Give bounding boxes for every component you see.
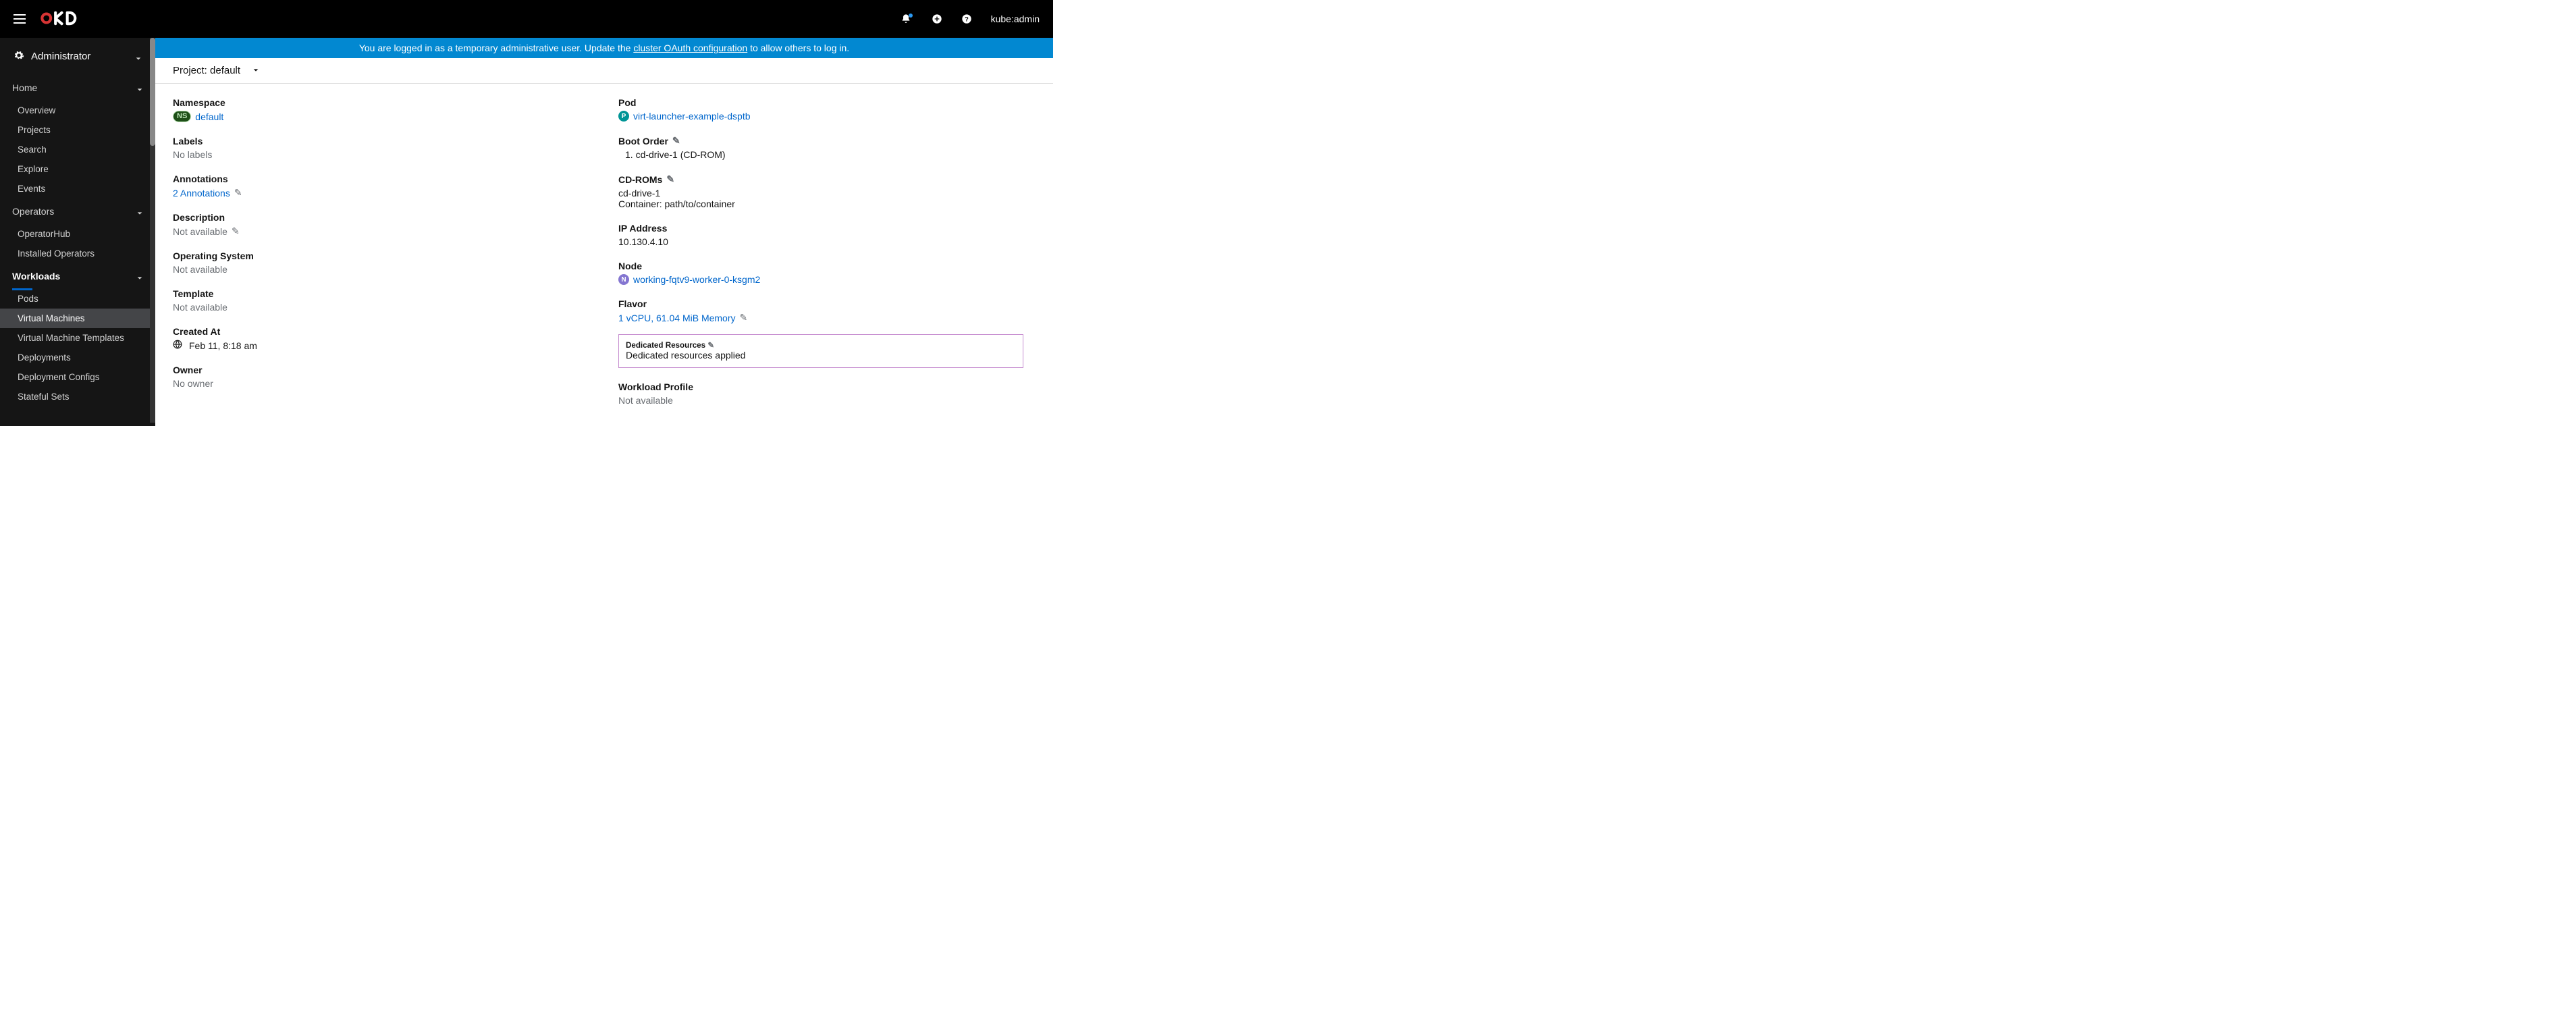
nav-section-home[interactable]: Home (0, 75, 155, 101)
labels-value: No labels (173, 149, 578, 160)
flavor-link[interactable]: 1 vCPU, 61.04 MiB Memory (618, 313, 736, 323)
chevron-down-icon (136, 84, 143, 91)
details-left: Namespace NS default Labels No labels An… (173, 84, 578, 406)
sidebar-item-deployments[interactable]: Deployments (0, 348, 155, 367)
created-label: Created At (173, 326, 578, 337)
pencil-icon[interactable]: ✎ (740, 312, 748, 323)
project-selector[interactable]: Project: default (173, 65, 259, 76)
help-icon[interactable]: ? (961, 14, 972, 24)
dedicated-box: Dedicated Resources ✎ Dedicated resource… (618, 334, 1023, 368)
chevron-down-icon (136, 208, 143, 215)
pod-badge-icon: P (618, 111, 629, 122)
namespace-link[interactable]: default (195, 111, 223, 122)
annotations-label: Annotations (173, 174, 578, 184)
chevron-down-icon (135, 53, 142, 60)
boot-value: 1. cd-drive-1 (CD-ROM) (618, 149, 1023, 160)
namespace-label: Namespace (173, 97, 578, 108)
boot-label: Boot Order (618, 136, 668, 147)
owner-label: Owner (173, 365, 578, 375)
chevron-down-icon (136, 273, 143, 280)
ns-badge: NS (173, 111, 191, 122)
banner-post: to allow others to log in. (747, 43, 849, 53)
project-label: Project: default (173, 65, 240, 76)
sidebar-item-deployment-configs[interactable]: Deployment Configs (0, 367, 155, 387)
sidebar-item-search[interactable]: Search (0, 140, 155, 159)
workload-value: Not available (618, 395, 1023, 406)
user-menu[interactable]: kube:admin (991, 14, 1040, 24)
description-value: Not available (173, 226, 227, 237)
dedicated-label: Dedicated Resources (626, 341, 705, 350)
burger-icon[interactable] (14, 14, 26, 24)
annotations-link[interactable]: 2 Annotations (173, 188, 230, 198)
sidebar-item-virtual-machines[interactable]: Virtual Machines (0, 309, 155, 328)
admin-banner: You are logged in as a temporary adminis… (155, 38, 1053, 58)
notification-bell-icon[interactable] (901, 14, 913, 24)
labels-label: Labels (173, 136, 578, 147)
sidebar-item-installed-operators[interactable]: Installed Operators (0, 244, 155, 263)
node-label: Node (618, 261, 1023, 271)
node-link[interactable]: working-fqtv9-worker-0-ksgm2 (633, 274, 760, 285)
pencil-icon[interactable]: ✎ (707, 341, 714, 350)
pod-link[interactable]: virt-launcher-example-dsptb (633, 111, 751, 122)
template-value: Not available (173, 302, 578, 313)
sidebar-item-stateful-sets[interactable]: Stateful Sets (0, 387, 155, 406)
sidebar-item-pods[interactable]: Pods (0, 289, 155, 309)
perspective-label: Administrator (31, 51, 90, 62)
ip-label: IP Address (618, 223, 1023, 234)
sidebar-item-vm-templates[interactable]: Virtual Machine Templates (0, 328, 155, 348)
gear-icon (14, 50, 24, 63)
os-label: Operating System (173, 250, 578, 261)
created-value: Feb 11, 8:18 am (189, 340, 257, 351)
sidebar-item-overview[interactable]: Overview (0, 101, 155, 120)
pencil-icon[interactable]: ✎ (234, 187, 242, 198)
cdrom-v1: cd-drive-1 (618, 188, 1023, 198)
details-right: Pod P virt-launcher-example-dsptb Boot O… (618, 84, 1023, 406)
main: You are logged in as a temporary adminis… (155, 38, 1053, 426)
banner-link[interactable]: cluster OAuth configuration (633, 43, 747, 53)
nav-section-operators[interactable]: Operators (0, 198, 155, 224)
sidebar-item-explore[interactable]: Explore (0, 159, 155, 179)
dedicated-value: Dedicated resources applied (626, 350, 1016, 361)
pod-label: Pod (618, 97, 1023, 108)
sidebar-item-events[interactable]: Events (0, 179, 155, 198)
brand-logo[interactable] (41, 10, 88, 28)
add-icon[interactable] (932, 14, 942, 24)
perspective-switcher[interactable]: Administrator (0, 38, 155, 75)
masthead: ? kube:admin (0, 0, 1053, 38)
sidebar-scrollbar[interactable] (150, 38, 155, 423)
workload-label: Workload Profile (618, 381, 1023, 392)
globe-icon (173, 340, 182, 351)
sidebar-item-projects[interactable]: Projects (0, 120, 155, 140)
pencil-icon[interactable]: ✎ (672, 135, 680, 147)
banner-pre: You are logged in as a temporary adminis… (359, 43, 634, 53)
sidebar-item-operatorhub[interactable]: OperatorHub (0, 224, 155, 244)
template-label: Template (173, 288, 578, 299)
owner-value: No owner (173, 378, 578, 389)
pencil-icon[interactable]: ✎ (232, 226, 240, 237)
cdrom-label: CD-ROMs (618, 174, 662, 185)
caret-down-icon (252, 65, 259, 76)
os-value: Not available (173, 264, 578, 275)
sidebar: Administrator Home Overview Projects Sea… (0, 38, 155, 426)
nav-section-workloads[interactable]: Workloads (0, 263, 155, 289)
flavor-label: Flavor (618, 298, 1023, 309)
svg-text:?: ? (965, 16, 969, 22)
pencil-icon[interactable]: ✎ (666, 174, 674, 185)
ip-value: 10.130.4.10 (618, 236, 1023, 247)
node-badge-icon: N (618, 274, 629, 285)
description-label: Description (173, 212, 578, 223)
cdrom-v2: Container: path/to/container (618, 198, 1023, 209)
